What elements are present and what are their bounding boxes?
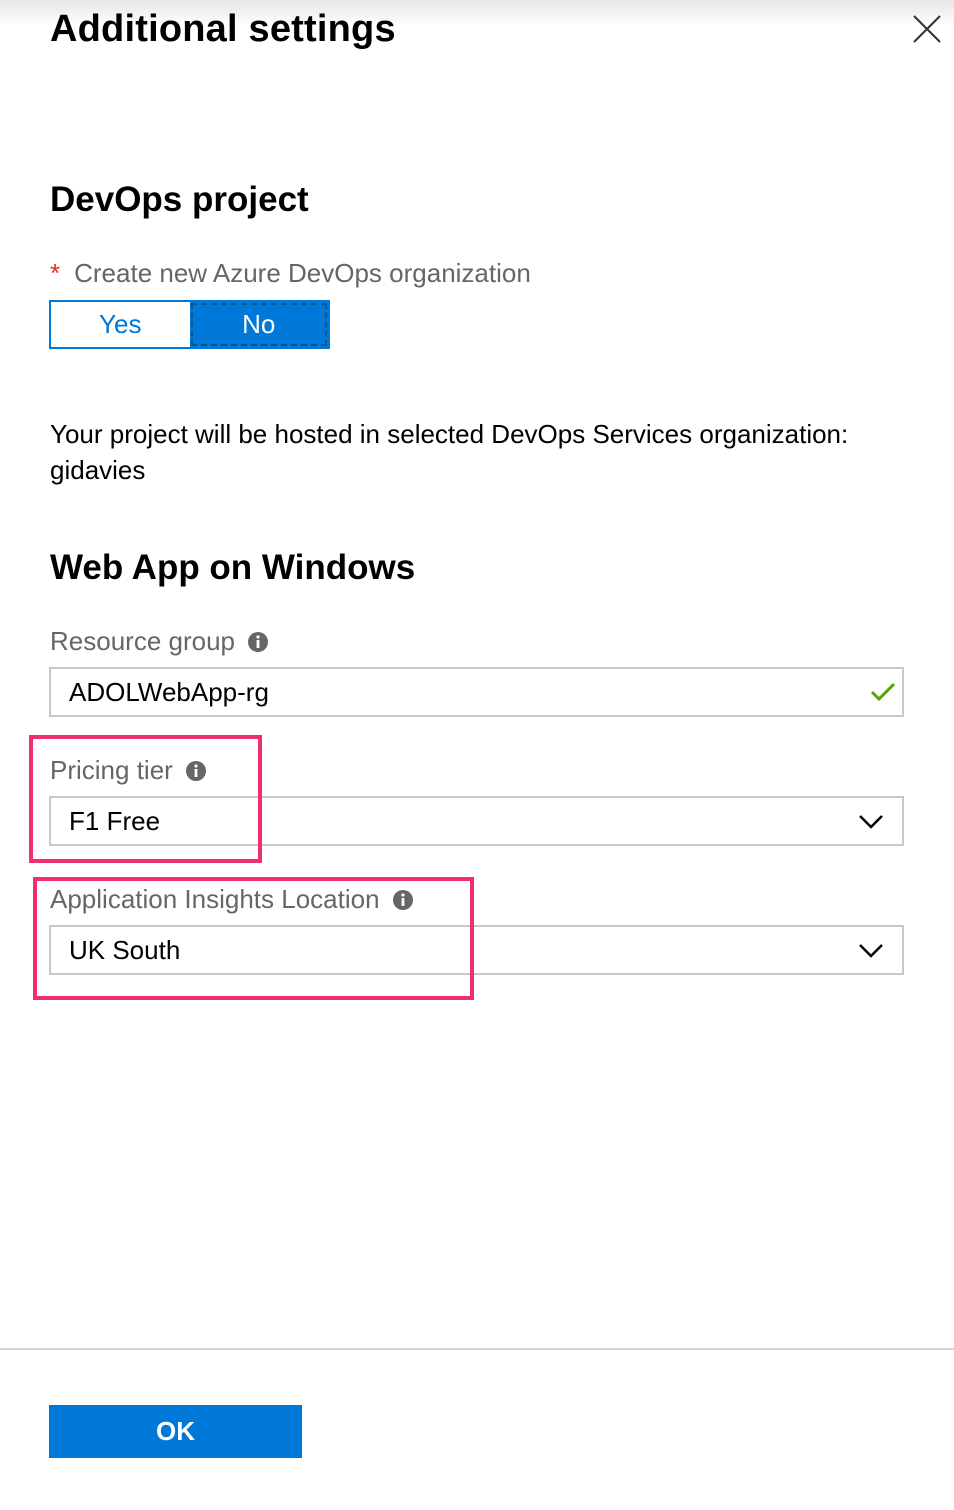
resource-group-input[interactable]: ADOLWebApp-rg	[49, 667, 904, 717]
create-org-label: * Create new Azure DevOps organization	[50, 258, 531, 289]
app-insights-location-label: Application Insights Location	[50, 884, 414, 915]
panel-title: Additional settings	[50, 8, 396, 50]
chevron-down-icon	[859, 815, 883, 829]
create-org-label-text: Create new Azure DevOps organization	[74, 258, 531, 288]
toggle-yes-option[interactable]: Yes	[51, 302, 190, 347]
pricing-tier-label: Pricing tier	[50, 755, 207, 786]
additional-settings-panel: Additional settings DevOps project * Cre…	[0, 0, 954, 1510]
ok-button[interactable]: OK	[49, 1405, 302, 1458]
footer-divider	[0, 1348, 954, 1350]
app-insights-location-dropdown[interactable]: UK South	[49, 925, 904, 975]
webapp-section-heading: Web App on Windows	[50, 548, 416, 587]
pricing-tier-label-text: Pricing tier	[50, 755, 173, 785]
info-icon[interactable]	[185, 760, 207, 782]
pricing-tier-dropdown[interactable]: F1 Free	[49, 796, 904, 846]
resource-group-value: ADOLWebApp-rg	[69, 676, 269, 707]
devops-section-heading: DevOps project	[50, 180, 309, 219]
create-org-toggle: Yes No	[49, 300, 330, 349]
resource-group-label: Resource group	[50, 626, 269, 657]
resource-group-label-text: Resource group	[50, 626, 235, 656]
info-icon[interactable]	[247, 631, 269, 653]
required-marker: *	[50, 258, 61, 288]
app-insights-location-label-text: Application Insights Location	[50, 884, 380, 914]
chevron-down-icon	[859, 944, 883, 958]
info-icon[interactable]	[392, 889, 414, 911]
app-insights-location-value: UK South	[69, 934, 181, 965]
hosted-organization-message: Your project will be hosted in selected …	[50, 419, 849, 485]
close-icon	[913, 15, 941, 43]
toggle-no-option[interactable]: No	[189, 302, 328, 347]
checkmark-icon	[870, 682, 896, 702]
close-button[interactable]	[910, 12, 944, 46]
pricing-tier-value: F1 Free	[69, 805, 161, 836]
